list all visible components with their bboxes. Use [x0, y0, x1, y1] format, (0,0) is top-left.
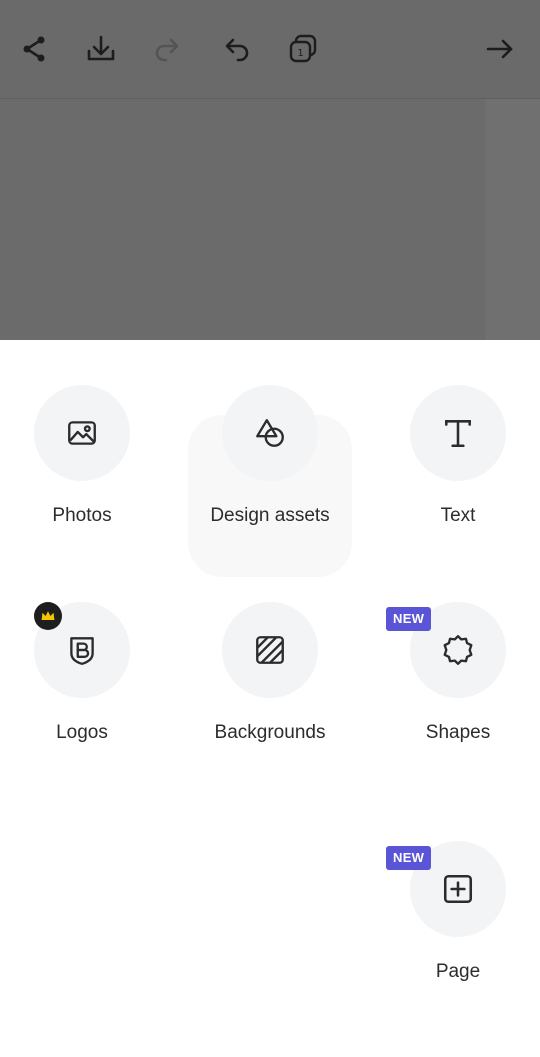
redo-button[interactable]: [146, 27, 190, 71]
page-count: 1: [297, 48, 303, 59]
menu-item-label: Shapes: [425, 722, 491, 743]
menu-item-text[interactable]: Text: [383, 385, 533, 565]
share-icon: [23, 36, 45, 62]
download-button[interactable]: [79, 27, 123, 71]
next-button[interactable]: [478, 27, 522, 71]
add-page-icon: [443, 874, 473, 904]
text-tile[interactable]: [410, 385, 506, 481]
download-icon: [87, 35, 115, 61]
menu-item-shapes[interactable]: NEW Shapes: [383, 602, 533, 782]
photos-tile[interactable]: [34, 385, 130, 481]
menu-item-design-assets[interactable]: Design assets: [195, 385, 345, 565]
image-icon: [68, 421, 96, 445]
crown-icon: [41, 611, 55, 620]
menu-item-label: Page: [435, 961, 481, 982]
new-badge: NEW: [386, 607, 432, 631]
menu-item-label: Photos: [52, 505, 112, 526]
top-toolbar: 1: [0, 0, 540, 99]
stripes-icon: [256, 636, 284, 664]
logo-badge-icon: [70, 637, 94, 665]
gear-shape-icon: [443, 635, 473, 665]
canvas-overlay[interactable]: 1: [0, 0, 540, 340]
shapes-blob-icon: [256, 419, 284, 447]
new-badge: NEW: [386, 846, 432, 870]
menu-item-label: Backgrounds: [214, 722, 326, 743]
menu-item-photos[interactable]: Photos: [7, 385, 157, 565]
undo-button[interactable]: [214, 27, 258, 71]
menu-item-logos[interactable]: Logos: [7, 602, 157, 782]
menu-item-backgrounds[interactable]: Backgrounds: [195, 602, 345, 782]
menu-item-label: Logos: [56, 722, 108, 743]
design-assets-tile[interactable]: [222, 385, 318, 481]
backgrounds-tile[interactable]: [222, 602, 318, 698]
arrow-right-icon: [486, 39, 513, 59]
text-icon: [445, 420, 471, 448]
pages-icon: 1: [289, 34, 317, 63]
menu-item-label: Design assets: [210, 505, 330, 526]
undo-icon: [225, 38, 249, 62]
share-button[interactable]: [12, 27, 56, 71]
pages-button[interactable]: 1: [281, 27, 325, 71]
premium-badge: [34, 602, 62, 630]
menu-item-label: Text: [440, 505, 476, 526]
canvas-edge: [485, 99, 540, 340]
redo-icon: [155, 38, 179, 62]
menu-item-page[interactable]: NEW Page: [383, 841, 533, 1021]
